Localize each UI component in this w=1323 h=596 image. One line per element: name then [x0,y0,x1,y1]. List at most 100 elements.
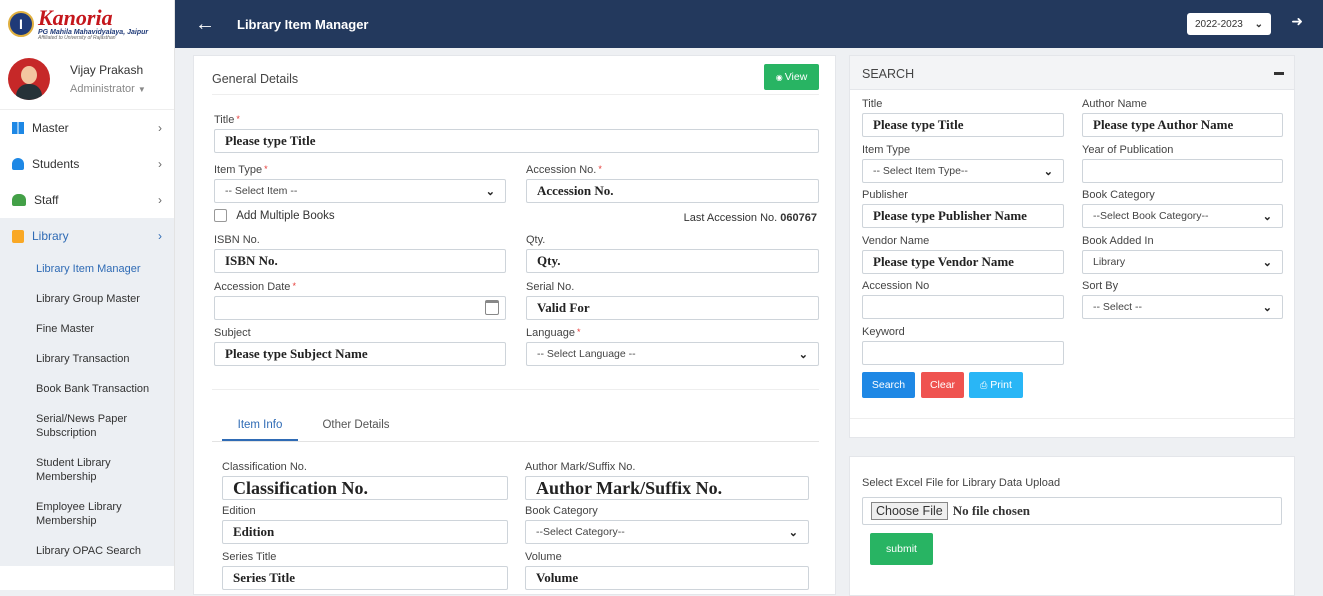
tab-other-details[interactable]: Other Details [306,411,406,441]
grid-icon [12,122,24,134]
title-input[interactable]: Please type Title [214,129,819,153]
submenu-employee-membership[interactable]: Employee Library Membership [0,492,174,536]
file-status: No file chosen [952,503,1030,518]
subject-input[interactable]: Please type Subject Name [214,342,506,366]
language-select[interactable]: -- Select Language -- ⌄ [526,342,819,366]
back-arrow-icon[interactable]: ← [195,13,215,36]
submenu-opac-search[interactable]: Library OPAC Search [0,536,174,566]
search-keyword-input[interactable] [862,341,1064,365]
sidebar-item-students[interactable]: Students › [0,146,174,182]
tab-item-info[interactable]: Item Info [222,411,298,441]
submenu-student-membership[interactable]: Student Library Membership [0,448,174,492]
printer-icon: ⎙ [980,379,988,390]
book-category-label: Book Category [525,505,598,517]
classification-label: Classification No. [222,461,307,473]
isbn-input[interactable]: ISBN No. [214,249,506,273]
sidebar-item-label: Master [32,121,69,135]
sidebar-item-label: Library [32,229,69,243]
chevron-down-icon: ⌄ [788,526,798,539]
qty-input[interactable]: Qty. [526,249,819,273]
search-button[interactable]: Search [862,372,915,398]
search-author-input[interactable]: Please type Author Name [1082,113,1283,137]
clear-button[interactable]: Clear [921,372,964,398]
logo-affiliation: Affiliated to University of Rajasthan [38,35,116,41]
edition-label: Edition [222,505,256,517]
volume-label: Volume [525,551,562,563]
book-category-select[interactable]: --Select Category-- ⌄ [525,520,809,544]
clear-button-label: Clear [929,379,956,391]
search-accession-label: Accession No [862,280,930,292]
collapse-icon[interactable] [1274,72,1284,75]
search-year-input[interactable] [1082,159,1283,183]
sidebar-item-master[interactable]: Master › [0,110,174,146]
choose-file-button[interactable]: Choose File [871,502,948,520]
item-type-label: Item Type * [214,164,268,176]
search-accession-input[interactable] [862,295,1064,319]
search-item-type-select[interactable]: -- Select Item Type-- ⌄ [862,159,1064,183]
search-heading: SEARCH [862,67,915,81]
accession-no-input[interactable]: Accession No. [526,179,819,203]
series-title-label: Series Title [222,551,277,563]
user-icon [12,158,24,170]
sidebar-item-label: Staff [34,193,59,207]
user-plus-icon [12,194,26,206]
add-multiple-books-checkbox[interactable]: Add Multiple Books [214,209,335,222]
submenu-library-item-manager[interactable]: Library Item Manager [0,254,174,284]
submenu-serial-subscription[interactable]: Serial/News Paper Subscription [0,404,174,448]
academic-year-value: 2022-2023 [1195,18,1243,30]
submenu-library-transaction[interactable]: Library Transaction [0,344,174,374]
chevron-right-icon: › [158,121,162,135]
sidebar: I Kanoria PG Mahila Mahavidyalaya, Jaipu… [0,0,175,590]
chevron-down-icon: ⌄ [798,348,808,361]
submit-button-label: submit [886,543,917,555]
logout-icon[interactable]: ➜ [1291,13,1303,30]
college-emblem-icon: I [8,11,34,37]
search-publisher-input[interactable]: Please type Publisher Name [862,204,1064,228]
sidebar-item-library[interactable]: Library › [0,218,174,254]
last-accession-label: Last Accession No. [683,212,778,224]
view-button[interactable]: ◉ View [764,64,819,90]
general-details-panel: General Details ◉ View Title * Please type… [193,55,836,595]
serial-no-label: Serial No. [526,281,575,293]
page-title: Library Item Manager [237,16,369,32]
sidebar-item-label: Students [32,157,80,171]
search-year-label: Year of Publication [1082,144,1174,156]
submenu-library-group-master[interactable]: Library Group Master [0,284,174,314]
logo[interactable]: I Kanoria PG Mahila Mahavidyalaya, Jaipu… [0,0,174,48]
chevron-down-icon: ⌄ [1262,301,1272,314]
search-book-category-select[interactable]: --Select Book Category-- ⌄ [1082,204,1283,228]
submit-button[interactable]: submit [870,533,933,565]
search-sort-label: Sort By [1082,280,1119,292]
search-author-label: Author Name [1082,98,1147,110]
checkbox-icon [214,209,227,222]
print-button-label: Print [990,379,1012,391]
author-mark-input[interactable]: Author Mark/Suffix No. [525,476,809,500]
sidebar-item-staff[interactable]: Staff › [0,182,174,218]
submenu-book-bank-transaction[interactable]: Book Bank Transaction [0,374,174,404]
search-book-added-select[interactable]: Library ⌄ [1082,250,1283,274]
calendar-icon[interactable] [485,300,499,315]
print-button[interactable]: ⎙ Print [969,372,1023,398]
classification-input[interactable]: Classification No. [222,476,508,500]
book-icon [12,229,24,243]
search-title-input[interactable]: Please type Title [862,113,1064,137]
search-vendor-input[interactable]: Please type Vendor Name [862,250,1064,274]
library-submenu: Library Item Manager Library Group Maste… [0,254,174,566]
submenu-fine-master[interactable]: Fine Master [0,314,174,344]
chevron-down-icon: ⌄ [1262,210,1272,223]
user-name: Vijay Prakash [70,62,144,77]
chevron-down-icon: ⌄ [485,185,495,198]
author-mark-label: Author Mark/Suffix No. [525,461,636,473]
serial-no-input[interactable]: Valid For [526,296,819,320]
edition-input[interactable]: Edition [222,520,508,544]
tab-label: Item Info [237,419,283,431]
series-title-input[interactable]: Series Title [222,566,508,590]
user-role-dropdown[interactable]: Administrator ▼ [70,83,146,95]
search-book-added-label: Book Added In [1082,235,1154,247]
search-sort-select[interactable]: -- Select -- ⌄ [1082,295,1283,319]
file-input[interactable]: Choose File No file chosen [862,497,1282,525]
accession-date-input[interactable] [214,296,506,320]
volume-input[interactable]: Volume [525,566,809,590]
academic-year-select[interactable]: 2022-2023 ⌄ [1187,13,1271,35]
item-type-select[interactable]: -- Select Item -- ⌄ [214,179,506,203]
